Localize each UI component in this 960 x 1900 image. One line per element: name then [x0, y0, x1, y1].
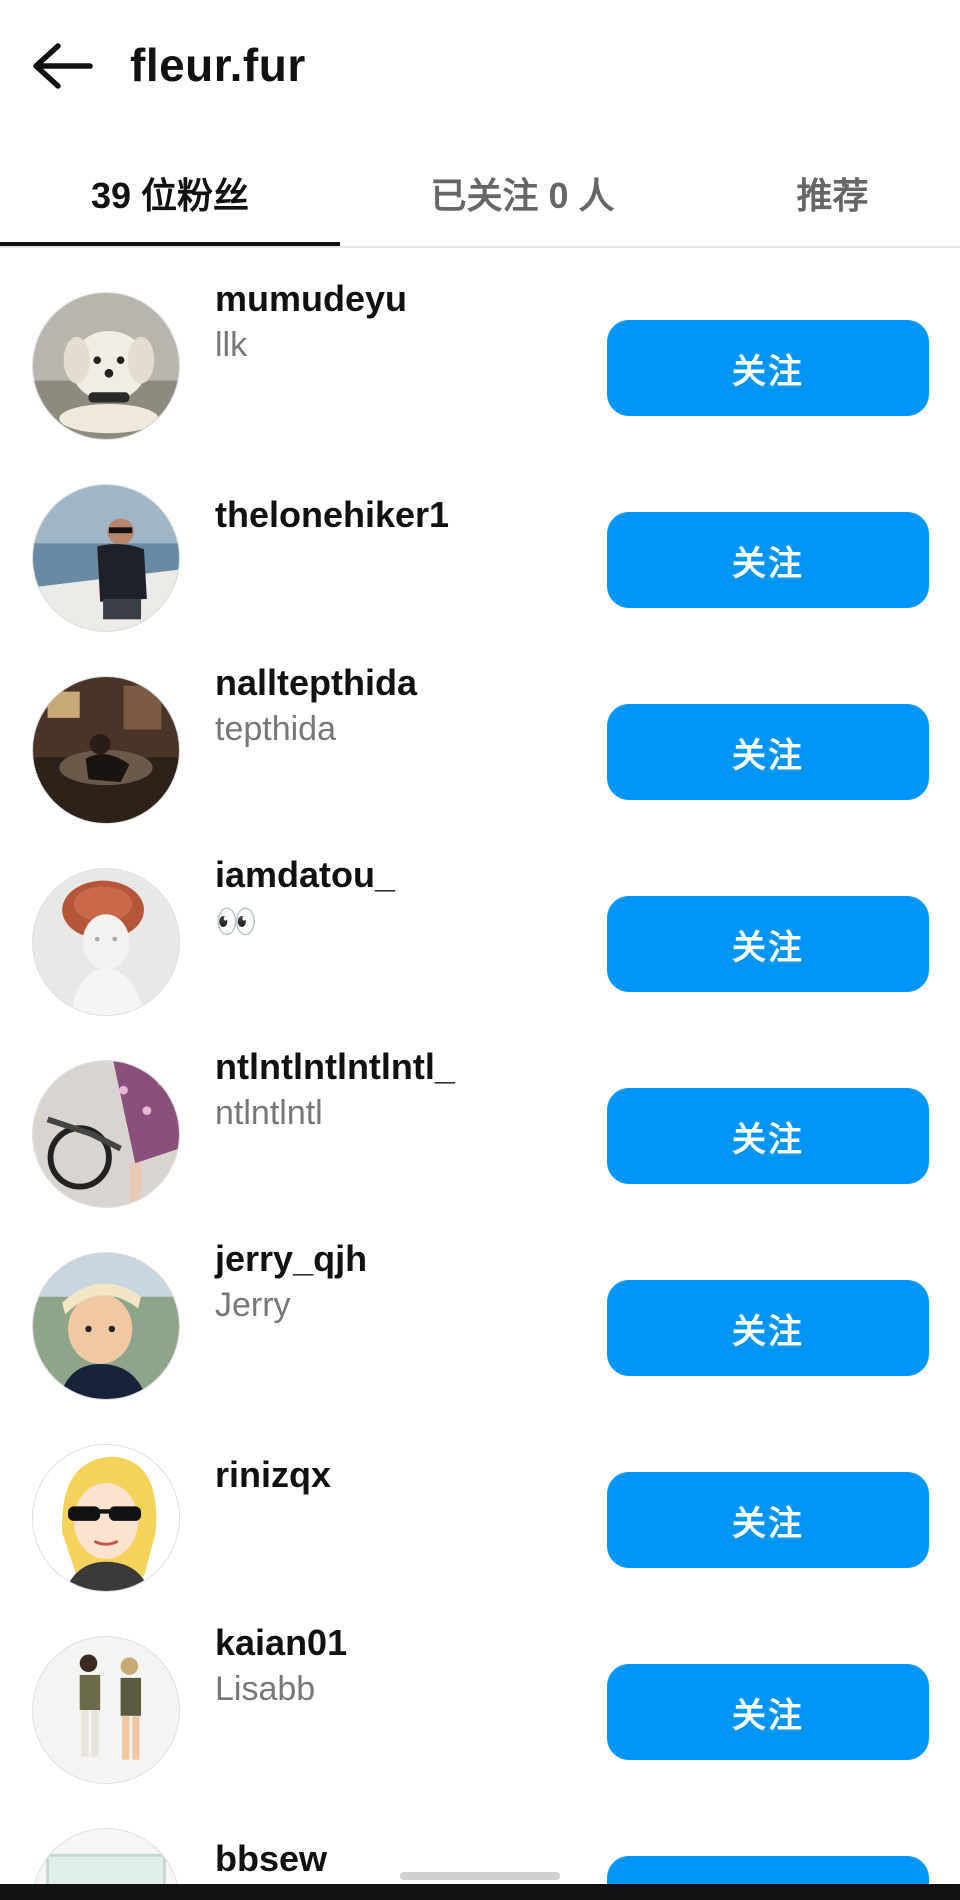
avatar[interactable]: [32, 868, 180, 1016]
full-name: llk: [215, 326, 248, 364]
back-button[interactable]: [30, 36, 100, 96]
arrow-left-icon: [33, 43, 93, 89]
avatar[interactable]: [32, 676, 180, 824]
follower-row[interactable]: rinizqx 关注: [0, 1404, 960, 1596]
profile-username-title: fleur.fur: [130, 39, 306, 91]
username[interactable]: iamdatou_: [215, 854, 395, 896]
username[interactable]: rinizqx: [215, 1454, 331, 1496]
full-name: Lisabb: [215, 1670, 316, 1708]
follow-button[interactable]: 关注: [607, 704, 929, 800]
full-name: ntlntlntl: [215, 1094, 323, 1132]
full-name: Jerry: [215, 1286, 291, 1324]
bicycle-avatar-image: [33, 1061, 179, 1207]
avatar[interactable]: [32, 292, 180, 440]
follow-button[interactable]: 关注: [607, 1280, 929, 1376]
tab-followers[interactable]: 39 位粉丝: [0, 140, 340, 246]
top-app-bar: fleur.fur: [0, 0, 960, 135]
tab-following[interactable]: 已关注 0 人: [340, 140, 705, 246]
fashion-models-avatar-image: [33, 1637, 179, 1783]
avatar[interactable]: [32, 484, 180, 632]
username[interactable]: thelonehiker1: [215, 494, 449, 536]
room-interior-avatar-image: [33, 677, 179, 823]
username[interactable]: mumudeyu: [215, 278, 407, 320]
follow-button[interactable]: 关注: [607, 896, 929, 992]
follower-row[interactable]: iamdatou_ 👀 关注: [0, 828, 960, 1020]
full-name: 👀: [215, 903, 258, 941]
avatar[interactable]: [32, 1636, 180, 1784]
follow-button[interactable]: 关注: [607, 320, 929, 416]
username[interactable]: kaian01: [215, 1622, 347, 1664]
statue-bust-avatar-image: [33, 869, 179, 1015]
full-name: tepthida: [215, 710, 336, 748]
dog-avatar-image: [33, 293, 179, 439]
follow-button[interactable]: 关注: [607, 1472, 929, 1568]
follow-button[interactable]: 关注: [607, 512, 929, 608]
username[interactable]: ntlntlntlntlntl_: [215, 1046, 455, 1088]
child-portrait-avatar-image: [33, 1253, 179, 1399]
follower-row[interactable]: jerry_qjh Jerry 关注: [0, 1212, 960, 1404]
avatar[interactable]: [32, 1252, 180, 1400]
username[interactable]: nalltepthida: [215, 662, 417, 704]
username[interactable]: bbsew: [215, 1838, 327, 1880]
username[interactable]: jerry_qjh: [215, 1238, 367, 1280]
follower-row[interactable]: thelonehiker1 关注: [0, 444, 960, 636]
follower-row[interactable]: mumudeyu llk 关注: [0, 252, 960, 444]
active-tab-indicator: [0, 242, 340, 246]
follow-button[interactable]: 关注: [607, 1088, 929, 1184]
follower-row[interactable]: nalltepthida tepthida 关注: [0, 636, 960, 828]
system-navigation-bar: [0, 1884, 960, 1900]
follower-row[interactable]: ntlntlntlntlntl_ ntlntlntl 关注: [0, 1020, 960, 1212]
follow-tabs: 39 位粉丝 已关注 0 人 推荐: [0, 140, 960, 248]
cartoon-girl-sunglasses-avatar-image: [33, 1445, 179, 1591]
avatar[interactable]: [32, 1060, 180, 1208]
man-on-boat-avatar-image: [33, 485, 179, 631]
follower-row[interactable]: kaian01 Lisabb 关注: [0, 1596, 960, 1788]
home-indicator[interactable]: [400, 1872, 560, 1880]
tab-suggested[interactable]: 推荐: [705, 140, 960, 246]
avatar[interactable]: [32, 1444, 180, 1592]
follow-button[interactable]: 关注: [607, 1664, 929, 1760]
followers-list[interactable]: mumudeyu llk 关注 thelonehiker1 关注 nalltep…: [0, 252, 960, 1900]
